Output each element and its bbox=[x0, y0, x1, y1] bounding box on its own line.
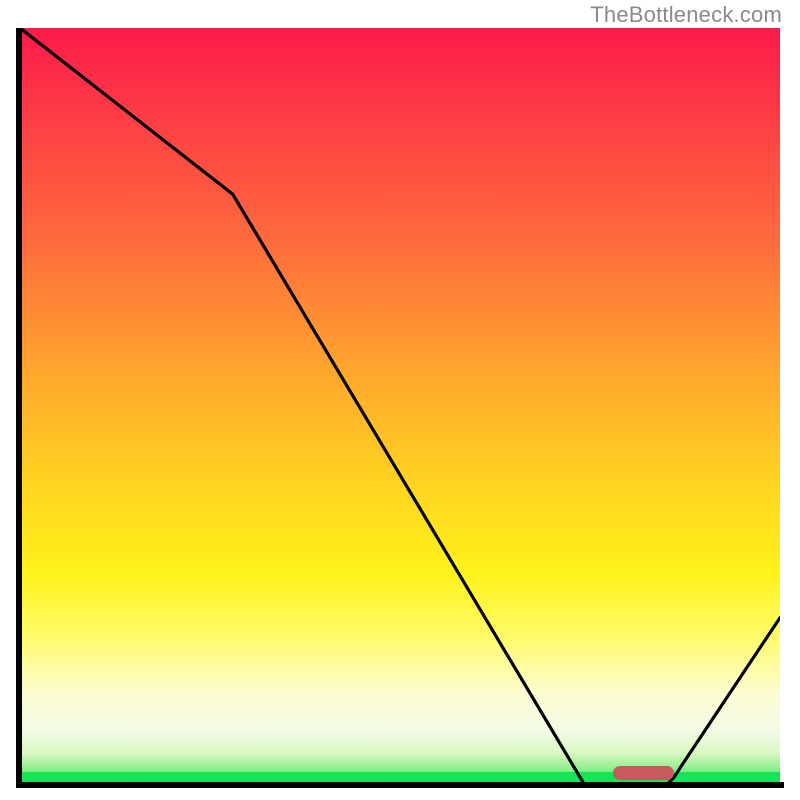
bottleneck-curve bbox=[20, 28, 780, 784]
chart-container: TheBottleneck.com bbox=[0, 0, 800, 800]
source-attribution: TheBottleneck.com bbox=[590, 2, 782, 28]
y-axis bbox=[16, 28, 22, 788]
x-axis bbox=[16, 782, 784, 788]
plot-area bbox=[20, 28, 780, 784]
optimal-range-marker bbox=[613, 766, 674, 780]
curve-path bbox=[20, 28, 780, 784]
